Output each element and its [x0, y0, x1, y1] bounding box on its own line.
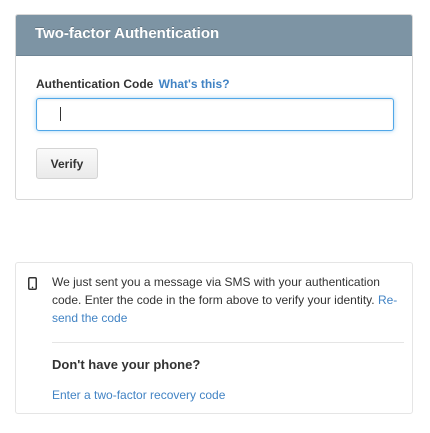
auth-code-input[interactable] — [36, 98, 394, 131]
card-header-title: Two-factor Authentication — [16, 15, 412, 56]
auth-code-label: Authentication Code What's this? — [36, 77, 230, 91]
verify-button[interactable]: Verify — [36, 148, 98, 179]
text-caret — [60, 107, 61, 121]
no-phone-heading: Don't have your phone? — [52, 357, 201, 372]
sms-message: We just sent you a message via SMS with … — [52, 273, 402, 327]
divider — [52, 342, 404, 343]
whats-this-link[interactable]: What's this? — [159, 77, 230, 91]
auth-code-label-text: Authentication Code — [36, 77, 154, 91]
two-factor-card: Two-factor Authentication Authentication… — [15, 14, 413, 200]
recovery-code-link[interactable]: Enter a two-factor recovery code — [52, 388, 225, 402]
sms-notice-box: We just sent you a message via SMS with … — [15, 262, 413, 414]
sms-message-text: We just sent you a message via SMS with … — [52, 275, 380, 307]
mobile-phone-icon — [28, 277, 37, 290]
